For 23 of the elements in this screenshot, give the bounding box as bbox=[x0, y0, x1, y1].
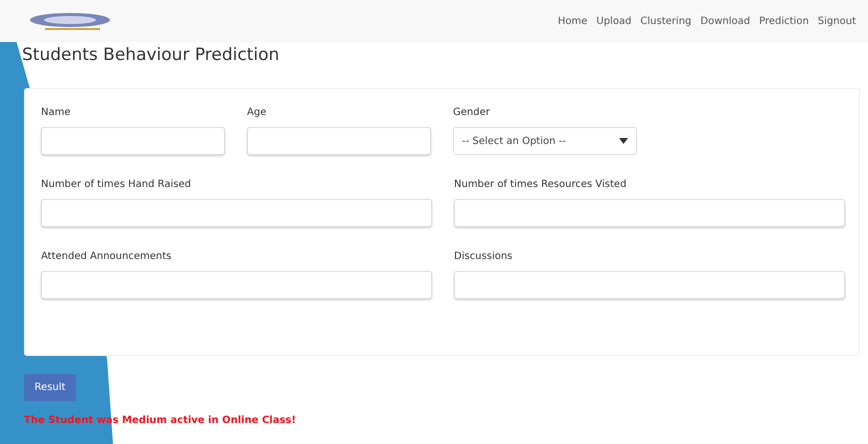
input-field[interactable] bbox=[41, 127, 225, 155]
field-label: Discussions bbox=[454, 250, 514, 264]
field-label: Age bbox=[247, 106, 268, 120]
nav-link[interactable]: Download bbox=[700, 16, 750, 26]
nav-link[interactable]: Prediction bbox=[759, 16, 809, 26]
nav-link[interactable]: Clustering bbox=[640, 16, 692, 26]
input-field[interactable] bbox=[454, 199, 845, 227]
field-label: Gender bbox=[453, 106, 491, 120]
caret-icon bbox=[619, 138, 628, 144]
field-label: Attended Announcements bbox=[41, 250, 172, 264]
input-field[interactable] bbox=[454, 271, 845, 299]
page-title: Students Behaviour Prediction bbox=[21, 44, 280, 67]
field-label: Number of times Hand Raised bbox=[41, 178, 192, 192]
field-label: Number of times Resources Visted bbox=[454, 178, 628, 192]
input-field[interactable] bbox=[247, 127, 431, 155]
input-field[interactable] bbox=[41, 199, 432, 227]
nav-link[interactable]: Signout bbox=[818, 16, 856, 26]
select-field[interactable]: -- Select an Option -- bbox=[453, 127, 637, 155]
result-button[interactable]: Result bbox=[24, 374, 76, 401]
nav-link[interactable]: Home bbox=[558, 16, 588, 26]
input-field[interactable] bbox=[41, 271, 432, 299]
field-label: Name bbox=[41, 106, 72, 120]
nav-link[interactable]: Upload bbox=[596, 16, 632, 26]
